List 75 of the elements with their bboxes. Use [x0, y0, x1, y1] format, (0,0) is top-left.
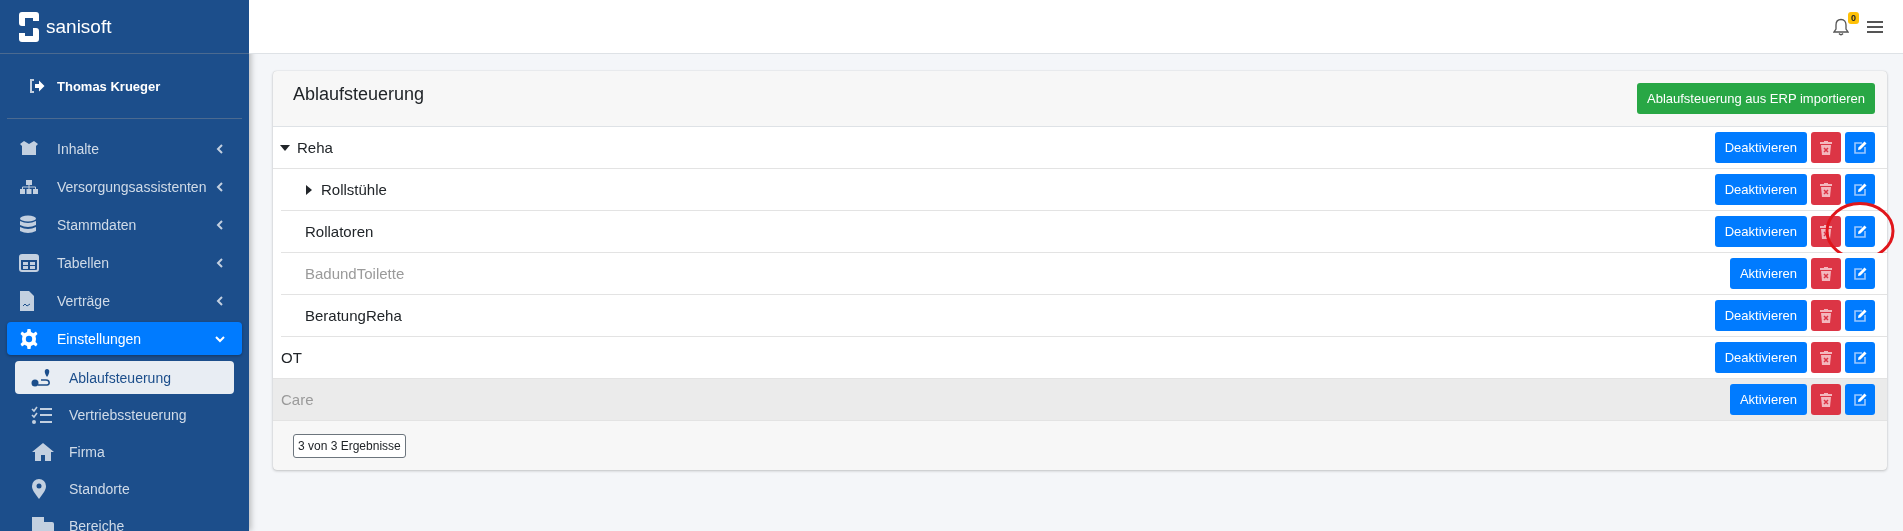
- delete-button[interactable]: [1811, 174, 1841, 205]
- tree-row[interactable]: Care Aktivieren: [273, 379, 1887, 421]
- result-count: 3 von 3 Ergebnisse: [293, 433, 406, 458]
- edit-icon: [1853, 224, 1867, 239]
- nav-subitem[interactable]: Standorte: [15, 472, 234, 505]
- settings-icon: [19, 328, 39, 349]
- node-label: BadundToilette: [305, 265, 405, 282]
- menu-icon[interactable]: [1867, 19, 1883, 34]
- delete-button[interactable]: [1811, 258, 1841, 289]
- toggle-button[interactable]: Deaktivieren: [1714, 132, 1807, 163]
- edit-icon: [1853, 350, 1867, 365]
- edit-icon: [1853, 182, 1867, 197]
- edit-icon: [1853, 392, 1867, 407]
- import-button[interactable]: Ablaufsteuerung aus ERP importieren: [1637, 83, 1875, 114]
- bell-icon[interactable]: [1833, 17, 1849, 36]
- map-pin-icon: [31, 478, 47, 499]
- node-label: Rollatoren: [305, 223, 374, 240]
- notification-badge: 0: [1848, 11, 1859, 24]
- trash-icon: [1820, 224, 1832, 239]
- trash-icon: [1820, 266, 1832, 281]
- sitemap-icon: [19, 178, 39, 195]
- delete-button[interactable]: [1811, 342, 1841, 373]
- edit-button[interactable]: [1845, 342, 1875, 373]
- toggle-button[interactable]: Deaktivieren: [1714, 216, 1807, 247]
- node-label: BeratungReha: [305, 307, 402, 324]
- delete-button[interactable]: [1811, 300, 1841, 331]
- toggle-button[interactable]: Aktivieren: [1729, 384, 1807, 415]
- tree-row[interactable]: BadundToilette Aktivieren: [281, 253, 1887, 295]
- toggle-button[interactable]: Deaktivieren: [1714, 300, 1807, 331]
- trash-icon: [1820, 350, 1832, 365]
- logo-icon: [19, 11, 39, 42]
- edit-button[interactable]: [1845, 132, 1875, 163]
- trash-icon: [1820, 140, 1832, 155]
- node-label: OT: [281, 349, 302, 366]
- nav-item[interactable]: Inhalte: [7, 132, 242, 165]
- database-icon: [19, 214, 37, 235]
- nav-subitem[interactable]: Vertriebssteuerung: [15, 398, 234, 431]
- node-label: Care: [281, 391, 314, 408]
- logout-icon[interactable]: [29, 79, 45, 93]
- toggle-button[interactable]: Deaktivieren: [1714, 342, 1807, 373]
- checklist-icon: [31, 405, 53, 424]
- delete-button[interactable]: [1811, 384, 1841, 415]
- toggle-button[interactable]: Aktivieren: [1729, 258, 1807, 289]
- home-icon: [31, 441, 55, 462]
- delete-button[interactable]: [1811, 132, 1841, 163]
- building-icon: [31, 515, 55, 531]
- edit-button[interactable]: [1845, 258, 1875, 289]
- nav-item[interactable]: Einstellungen: [7, 322, 242, 355]
- nav-item[interactable]: Verträge: [7, 284, 242, 317]
- node-label: Rollstühle: [321, 181, 387, 198]
- edit-button[interactable]: [1845, 384, 1875, 415]
- edit-button[interactable]: [1845, 300, 1875, 331]
- trash-icon: [1820, 392, 1832, 407]
- edit-button[interactable]: [1845, 174, 1875, 205]
- trash-icon: [1820, 182, 1832, 197]
- edit-icon: [1853, 308, 1867, 323]
- delete-button[interactable]: [1811, 216, 1841, 247]
- nav-subitem[interactable]: Ablaufsteuerung: [15, 361, 234, 394]
- nav-item[interactable]: Tabellen: [7, 246, 242, 279]
- edit-icon: [1853, 140, 1867, 155]
- nav-subitem[interactable]: Firma: [15, 435, 234, 468]
- user-name[interactable]: Thomas Krueger: [57, 78, 161, 94]
- nav-item[interactable]: Stammdaten: [7, 208, 242, 241]
- card-title: Ablaufsteuerung: [293, 84, 425, 105]
- nav-subitem[interactable]: Bereiche: [15, 509, 234, 531]
- route-icon: [31, 367, 53, 388]
- trash-icon: [1820, 308, 1832, 323]
- brand-name: sanisoft: [46, 15, 112, 38]
- node-label: Reha: [297, 139, 333, 156]
- edit-icon: [1853, 266, 1867, 281]
- toggle-button[interactable]: Deaktivieren: [1714, 174, 1807, 205]
- edit-button[interactable]: [1845, 216, 1875, 247]
- nav-item[interactable]: Versorgungsassistenten: [7, 170, 242, 203]
- document-icon: [19, 290, 35, 311]
- table-icon: [19, 253, 39, 272]
